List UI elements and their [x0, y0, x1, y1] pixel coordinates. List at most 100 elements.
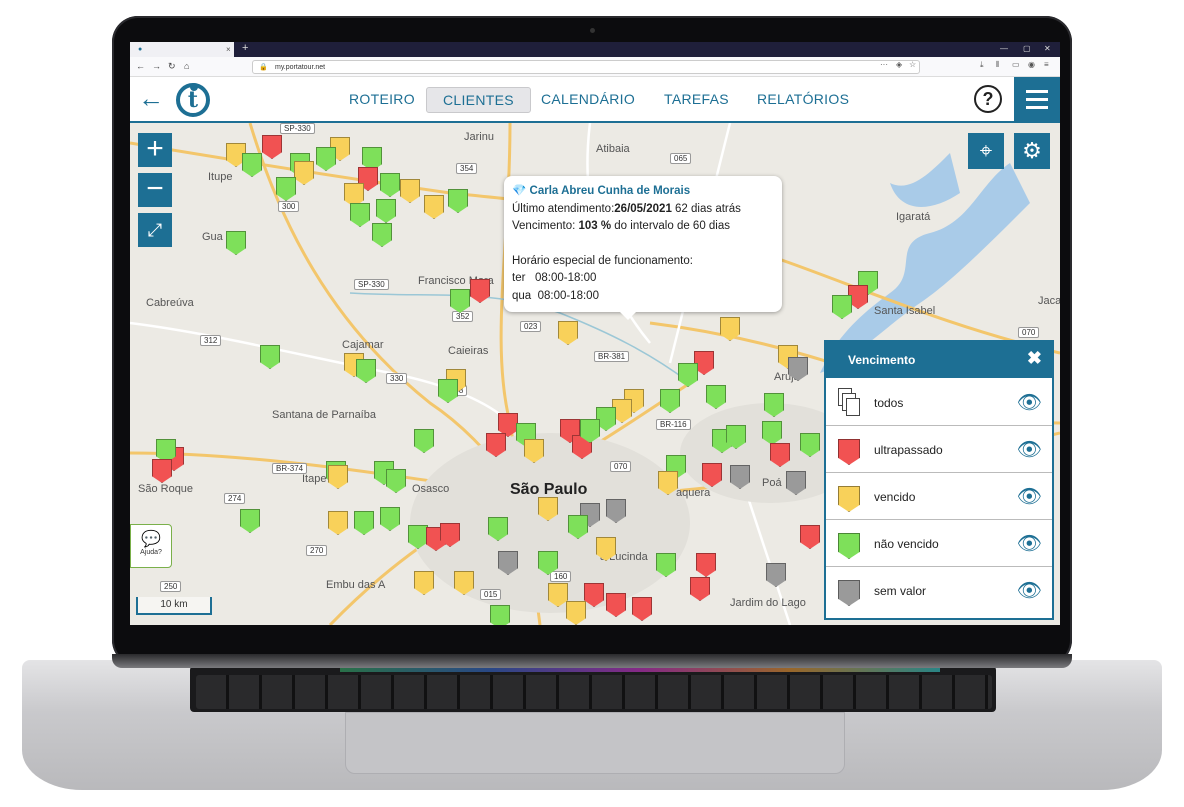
client-pin[interactable]: [490, 605, 510, 625]
page-actions-icon[interactable]: ···: [880, 60, 888, 69]
nav-tarefas[interactable]: TAREFAS: [664, 91, 729, 107]
nav-roteiro[interactable]: ROTEIRO: [349, 91, 415, 107]
hours-time: 08:00-18:00: [535, 272, 597, 284]
legend-label: sem valor: [874, 584, 927, 598]
red-pin-icon: [838, 439, 860, 465]
client-name-link[interactable]: Carla Abreu Cunha de Morais: [530, 185, 691, 197]
tab-favicon-icon: ●: [138, 46, 143, 53]
city-label: São Roque: [138, 483, 194, 495]
laptop-hinge: [112, 654, 1072, 668]
legend-row-nao-vencido[interactable]: não vencido 👁: [826, 521, 1052, 567]
hamburger-bar: [1026, 106, 1048, 109]
legend-label: vencido: [874, 490, 916, 504]
browser-menu-icon[interactable]: ≡: [1044, 60, 1049, 69]
pocket-icon[interactable]: ◈: [896, 60, 902, 69]
road-badge: 070: [1018, 327, 1040, 338]
app-header: ← t ROTEIRO CLIENTES CALENDÁRIO TAREFAS …: [130, 77, 1060, 123]
diamond-icon: 💎: [512, 185, 527, 197]
sidebar-icon[interactable]: ▭: [1012, 60, 1020, 69]
legend-row-todos[interactable]: todos 👁: [826, 380, 1052, 426]
maximize-icon[interactable]: ▢: [1023, 44, 1031, 53]
city-label: Cabreúva: [146, 297, 194, 309]
eye-icon[interactable]: 👁: [1017, 484, 1042, 509]
road-badge: 274: [224, 493, 246, 504]
legend-header: Vencimento ✖: [826, 342, 1052, 378]
eye-icon[interactable]: 👁: [1017, 578, 1042, 603]
city-label: aquera: [676, 487, 711, 499]
keyboard-keys: [196, 675, 992, 709]
city-label: Jardim do Lago: [730, 597, 806, 609]
due-suffix: do intervalo de 60 dias: [611, 220, 731, 232]
tab-close-icon[interactable]: ×: [226, 45, 231, 54]
road-badge: 250: [160, 581, 182, 592]
legend-row-sem-valor[interactable]: sem valor 👁: [826, 568, 1052, 614]
scale-label: 10 km: [160, 599, 188, 610]
reservoir: [890, 153, 960, 207]
bookmark-star-icon[interactable]: ☆: [909, 60, 916, 69]
help-chat-label: Ajuda?: [140, 549, 162, 556]
city-label: Cajamar: [342, 339, 384, 351]
city-label: Gua: [202, 231, 223, 243]
city-label: Poá: [762, 477, 782, 489]
close-window-icon[interactable]: ✕: [1044, 44, 1051, 53]
last-visit-label: Último atendimento:: [512, 202, 615, 215]
fullscreen-button[interactable]: ⤢: [138, 213, 172, 247]
due-label: Vencimento:: [512, 220, 579, 232]
nav-clientes[interactable]: CLIENTES: [426, 87, 531, 113]
browser-nav-bar: ← → ↻ ⌂ 🔒 my.portatour.net ··· ◈ ☆ ⤓ ⫴ ▭…: [130, 57, 1060, 77]
city-label: Caieiras: [448, 345, 489, 357]
road-badge: BR-374: [272, 463, 308, 474]
browser-back-icon[interactable]: ←: [136, 61, 145, 71]
legend-row-vencido[interactable]: vencido 👁: [826, 474, 1052, 520]
legend-title: Vencimento: [848, 353, 916, 367]
zoom-in-button[interactable]: +: [138, 133, 172, 167]
webcam: [590, 28, 595, 33]
city-label: Osasco: [412, 483, 450, 495]
downloads-icon[interactable]: ⤓: [980, 60, 984, 70]
legend-label: ultrapassado: [874, 443, 943, 457]
road-badge: 065: [670, 153, 692, 164]
green-pin-icon: [838, 533, 860, 559]
eye-icon[interactable]: 👁: [1017, 437, 1042, 462]
nav-relatorios[interactable]: RELATÓRIOS: [757, 91, 849, 107]
eye-icon[interactable]: 👁: [1017, 531, 1042, 556]
special-hours-title: Horário especial de funcionamento:: [512, 254, 693, 267]
library-icon[interactable]: ⫴: [996, 60, 999, 70]
settings-button[interactable]: ⚙: [1014, 133, 1050, 169]
zoom-out-button[interactable]: −: [138, 173, 172, 207]
hamburger-menu-button[interactable]: [1014, 77, 1060, 123]
road-badge: BR-116: [656, 419, 691, 430]
home-icon[interactable]: ⌂: [184, 61, 189, 71]
minimize-icon[interactable]: —: [1000, 44, 1008, 53]
road-badge: BR-381: [594, 351, 630, 362]
road-badge: SP-330: [354, 279, 389, 290]
city-label: Igaratá: [896, 211, 931, 223]
account-icon[interactable]: ◉: [1028, 60, 1035, 69]
eye-icon[interactable]: 👁: [1017, 390, 1042, 415]
road-badge: SP-330: [280, 123, 315, 134]
road-badge: 312: [200, 335, 222, 346]
road-badge: 354: [456, 163, 478, 174]
new-tab-button[interactable]: +: [242, 42, 248, 54]
screen: ● × + — ▢ ✕ ← → ↻ ⌂ 🔒 my.portatour.net ·…: [130, 42, 1060, 625]
help-chat-button[interactable]: 💬 Ajuda?: [130, 524, 172, 568]
close-icon[interactable]: ✖: [1027, 348, 1042, 369]
gear-icon: ⚙: [1022, 138, 1042, 163]
locate-me-button[interactable]: ⌖: [968, 133, 1004, 169]
browser-tab[interactable]: ● ×: [130, 42, 234, 57]
city-label: Santana de Parnaíba: [272, 409, 376, 421]
map-view[interactable]: Jarinu Atibaia Itupe Igaratá Gua Cabreúv…: [130, 123, 1060, 625]
browser-forward-icon[interactable]: →: [152, 61, 161, 71]
legend-label: não vencido: [874, 537, 939, 551]
hamburger-bar: [1026, 98, 1048, 101]
road-badge: 070: [610, 461, 632, 472]
legend-row-ultrapassado[interactable]: ultrapassado 👁: [826, 427, 1052, 473]
address-bar[interactable]: 🔒 my.portatour.net: [252, 60, 920, 74]
nav-calendario[interactable]: CALENDÁRIO: [541, 91, 635, 107]
help-button[interactable]: ?: [974, 85, 1002, 113]
reload-icon[interactable]: ↻: [168, 61, 176, 72]
lock-icon: 🔒: [259, 64, 268, 71]
stacked-pins-icon: [838, 388, 864, 418]
back-arrow-icon[interactable]: ←: [138, 83, 164, 113]
hamburger-bar: [1026, 90, 1048, 93]
